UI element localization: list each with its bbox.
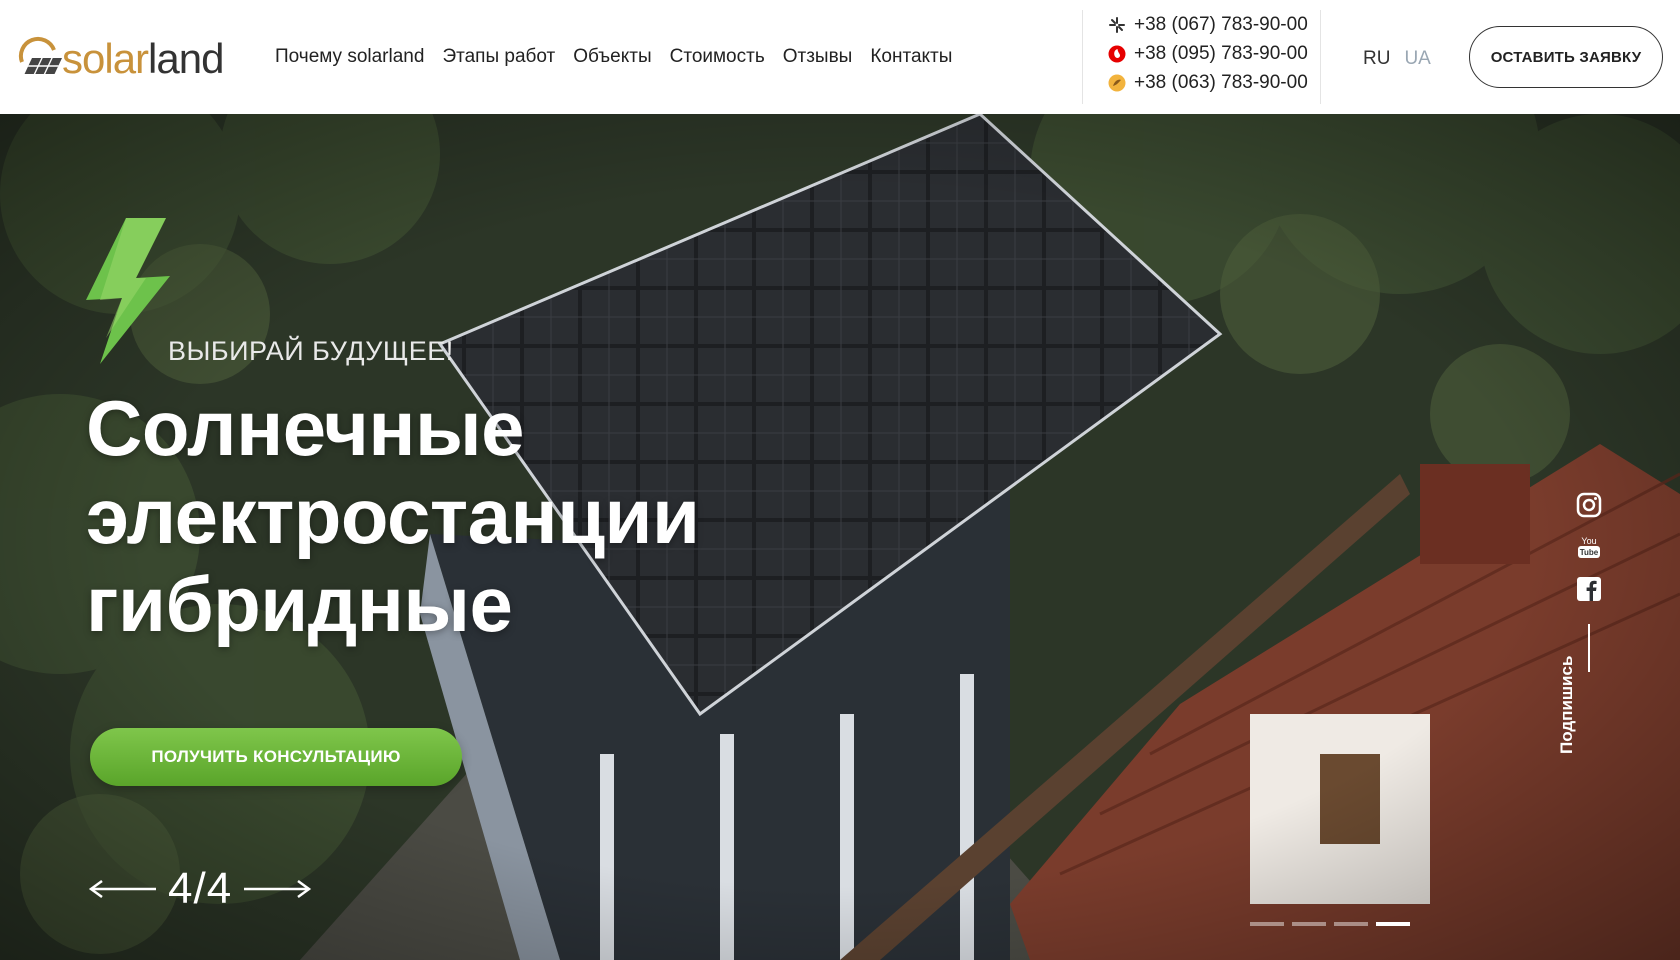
logo-solar: solar [62, 35, 149, 82]
logo[interactable]: solarland [16, 32, 224, 86]
slide-dot[interactable] [1334, 922, 1368, 926]
instagram-icon[interactable] [1576, 492, 1602, 518]
header-divider [1320, 10, 1321, 104]
phone-number: +38 (095) 783-90-00 [1134, 43, 1308, 64]
lightning-bolt-icon [86, 218, 170, 364]
get-consultation-button[interactable]: ПОЛУЧИТЬ КОНСУЛЬТАЦИЮ [90, 728, 462, 786]
logo-land: land [148, 35, 224, 82]
phone-kyivstar[interactable]: +38 (067) 783-90-00 [1108, 14, 1308, 36]
hero-tagline: ВЫБИРАЙ БУДУЩЕЕ! [168, 336, 454, 366]
social-links: You Tube [1574, 492, 1604, 672]
slide-dot[interactable] [1292, 922, 1326, 926]
lang-ru[interactable]: RU [1363, 48, 1390, 70]
language-switcher: RU UA [1363, 48, 1431, 70]
headline-line: Солнечные [86, 384, 525, 472]
hero-banner: ВЫБИРАЙ БУДУЩЕЕ! Солнечные электростанци… [0, 114, 1680, 960]
logo-wordmark: solarland [62, 35, 224, 82]
nav-item-why[interactable]: Почему solarland [275, 46, 424, 68]
phone-list: +38 (067) 783-90-00 +38 (095) 783-90-00 … [1108, 14, 1308, 94]
facebook-icon[interactable] [1576, 576, 1602, 602]
arrow-left-icon[interactable] [88, 879, 158, 899]
phone-lifecell[interactable]: +38 (063) 783-90-00 [1108, 72, 1308, 94]
solar-panel-logo-icon [18, 36, 62, 74]
lang-ua[interactable]: UA [1404, 48, 1430, 70]
headline-line: гибридные [86, 560, 513, 648]
headline-line: электростанции [86, 472, 700, 560]
subscribe-label: Подпишись [1557, 655, 1576, 754]
slide-dot[interactable] [1250, 922, 1284, 926]
youtube-icon[interactable]: You Tube [1576, 534, 1602, 560]
arrow-right-icon[interactable] [242, 879, 312, 899]
svg-text:You: You [1581, 536, 1596, 546]
phone-number: +38 (063) 783-90-00 [1134, 72, 1308, 93]
lifecell-icon [1108, 74, 1126, 92]
hero-headline: Солнечные электростанции гибридные [86, 384, 806, 648]
slider-dots [1250, 922, 1410, 926]
site-header: solarland Почему solarland Этапы работ О… [0, 0, 1680, 114]
social-divider [1588, 624, 1590, 672]
slide-counter: 4/4 [168, 864, 233, 913]
header-divider [1082, 10, 1083, 104]
nav-item-stages[interactable]: Этапы работ [442, 46, 555, 68]
phone-number: +38 (067) 783-90-00 [1134, 14, 1308, 35]
nav-item-reviews[interactable]: Отзывы [783, 46, 853, 68]
svg-text:Tube: Tube [1580, 548, 1599, 557]
main-nav: Почему solarland Этапы работ Объекты Сто… [275, 46, 952, 68]
vodafone-icon [1108, 45, 1126, 63]
nav-item-contacts[interactable]: Контакты [870, 46, 952, 68]
phone-vodafone[interactable]: +38 (095) 783-90-00 [1108, 43, 1308, 65]
slider-navigation: 4/4 [88, 864, 312, 914]
kyivstar-icon [1109, 17, 1125, 33]
nav-item-cost[interactable]: Стоимость [670, 46, 765, 68]
nav-item-objects[interactable]: Объекты [573, 46, 651, 68]
slide-dot-active[interactable] [1376, 922, 1410, 926]
leave-request-button[interactable]: ОСТАВИТЬ ЗАЯВКУ [1469, 26, 1663, 88]
